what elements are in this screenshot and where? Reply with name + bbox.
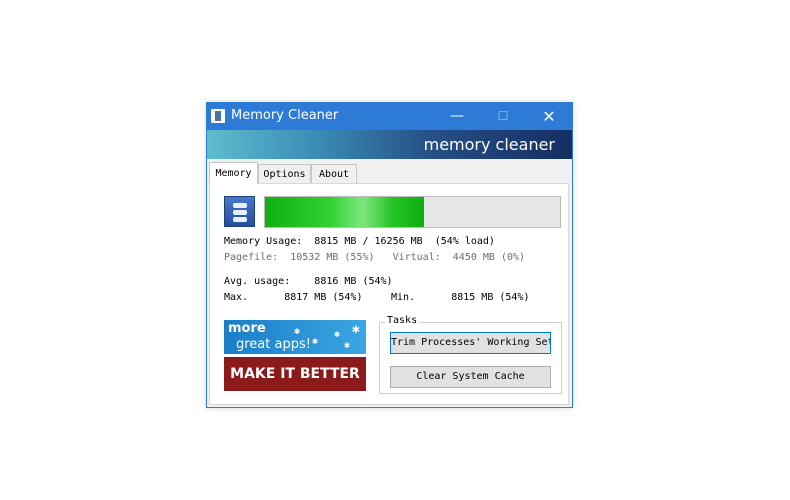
maximize-button[interactable]: ☐ — [480, 103, 526, 130]
tasks-group: Tasks Trim Processes' Working Set Clear … — [379, 315, 562, 394]
title-bar[interactable]: Memory Cleaner — ☐ ✕ — [207, 103, 572, 130]
make-it-better-ad[interactable]: MAKE IT BETTER — [224, 357, 366, 391]
window-title: Memory Cleaner — [231, 108, 339, 123]
avg-usage-text: Avg. usage: 8816 MB (54%) — [224, 276, 393, 287]
memory-load-fill — [265, 197, 425, 227]
sparkle-icon: ✱ ✱ ✱ ✱ ✱ — [294, 322, 360, 351]
memory-cleaner-window: Memory Cleaner — ☐ ✕ memory cleaner Memo… — [206, 102, 573, 408]
memory-usage-text: Memory Usage: 8815 MB / 16256 MB (54% lo… — [224, 236, 495, 247]
memory-panel: Memory Usage: 8815 MB / 16256 MB (54% lo… — [209, 183, 569, 405]
clear-system-cache-button[interactable]: Clear System Cache — [390, 366, 551, 388]
ad-more-label: more — [228, 321, 266, 336]
banner-title: memory cleaner — [423, 135, 555, 154]
pagefile-text: Pagefile: 10532 MB (55%) Virtual: 4450 M… — [224, 252, 526, 263]
tab-memory[interactable]: Memory — [209, 162, 258, 184]
more-great-apps-ad[interactable]: more great apps! ✱ ✱ ✱ ✱ ✱ — [224, 320, 366, 354]
memory-stack-icon — [224, 196, 255, 227]
app-icon — [211, 109, 225, 123]
tasks-legend: Tasks — [385, 315, 420, 326]
close-button[interactable]: ✕ — [526, 103, 572, 130]
trim-working-set-button[interactable]: Trim Processes' Working Set — [390, 332, 551, 354]
min-usage-text: Min. 8815 MB (54%) — [391, 292, 530, 303]
minimize-button[interactable]: — — [434, 103, 480, 130]
memory-load-bar — [264, 196, 561, 228]
max-usage-text: Max. 8817 MB (54%) — [224, 292, 363, 303]
header-banner: memory cleaner — [207, 130, 572, 159]
tab-options[interactable]: Options — [258, 164, 311, 183]
tab-about[interactable]: About — [311, 164, 357, 183]
